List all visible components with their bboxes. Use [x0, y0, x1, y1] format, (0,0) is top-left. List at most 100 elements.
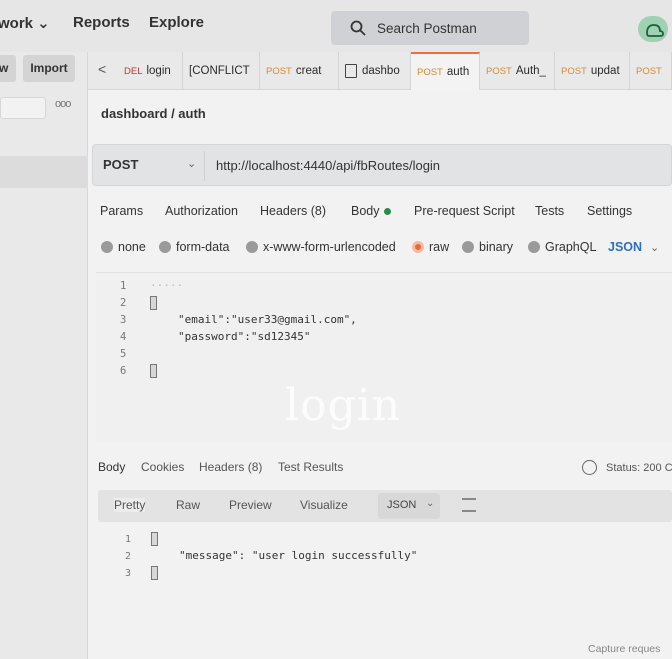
radio-label: raw	[429, 240, 450, 254]
view-visualize[interactable]: Visualize	[300, 498, 348, 512]
request-panel: dashboard / auth POST ⌄ http://localhost…	[88, 90, 672, 659]
tab-conflict[interactable]: [CONFLICT	[183, 52, 260, 90]
tab-method: POST	[266, 65, 292, 77]
search-bar[interactable]: Search Postman	[331, 11, 529, 45]
line-number: 2	[120, 297, 127, 309]
line-number: 1	[125, 534, 132, 545]
response-tab-test-results[interactable]: Test Results	[278, 460, 343, 474]
tab-method: POST	[561, 65, 587, 77]
wrap-lines-icon[interactable]	[462, 498, 476, 512]
tab-label: login	[146, 65, 171, 77]
response-toolbar: Pretty Raw Preview Visualize JSON ⌄	[98, 490, 672, 522]
tab-label: updat	[590, 65, 620, 77]
url-bar: POST ⌄ http://localhost:4440/api/fbRoute…	[92, 144, 672, 186]
sync-icon[interactable]	[638, 16, 668, 42]
tab-method: POST	[486, 65, 512, 77]
search-icon	[350, 20, 366, 36]
response-tab-body[interactable]: Body	[98, 460, 125, 474]
tab-pre-request-script[interactable]: Pre-request Script	[414, 204, 515, 218]
document-icon	[345, 64, 357, 78]
more-options-icon[interactable]: ooo	[55, 98, 71, 110]
tab-post-auth[interactable]: POST auth	[411, 52, 480, 90]
view-raw[interactable]: Raw	[176, 498, 200, 512]
radio-none[interactable]: none	[101, 240, 146, 254]
new-button[interactable]: w	[0, 55, 16, 82]
radio-label: GraphQL	[545, 240, 597, 254]
radio-x-www-form-urlencoded[interactable]: x-www-form-urlencoded	[246, 240, 396, 254]
radio-dot	[528, 241, 540, 253]
line-number: 1	[120, 280, 127, 292]
top-header: work ⌄ Reports Explore Search Postman	[0, 0, 672, 52]
tab-settings[interactable]: Settings	[587, 204, 632, 218]
tab-del-login[interactable]: DEL login	[118, 52, 183, 90]
method-select[interactable]: POST	[103, 157, 138, 172]
line-number: 6	[120, 365, 127, 377]
tab-method: DEL	[124, 65, 143, 77]
capture-requests-link[interactable]: Capture reques	[588, 643, 660, 655]
tab-body[interactable]: Body	[351, 204, 391, 218]
line-number: 2	[125, 551, 132, 562]
tab-tests[interactable]: Tests	[535, 204, 564, 218]
view-preview[interactable]: Preview	[229, 498, 272, 512]
globe-icon[interactable]	[582, 460, 597, 475]
response-tab-headers[interactable]: Headers (8)	[199, 460, 262, 474]
tab-post-update[interactable]: POST updat	[555, 52, 630, 90]
radio-label: x-www-form-urlencoded	[263, 240, 396, 254]
tab-label: auth	[446, 66, 470, 78]
line-number: 3	[125, 568, 132, 579]
radio-form-data[interactable]: form-data	[159, 240, 230, 254]
body-format-select[interactable]: JSON	[608, 240, 642, 254]
tab-label: dashbo	[362, 65, 400, 77]
explore-link[interactable]: Explore	[149, 14, 204, 31]
code-line-email: "email":"user33@gmail.com",	[178, 313, 357, 326]
sidebar-filter-input[interactable]	[0, 97, 46, 119]
code-line-password: "password":"sd12345"	[178, 330, 311, 343]
radio-dot	[101, 241, 113, 253]
radio-label: binary	[479, 240, 514, 254]
radio-label: form-data	[176, 240, 230, 254]
radio-graphql[interactable]: GraphQL	[528, 240, 596, 254]
sidebar-item-selected[interactable]	[0, 156, 88, 188]
radio-dot	[246, 241, 258, 253]
workspace-menu[interactable]: work ⌄	[0, 14, 50, 32]
tab-authorization[interactable]: Authorization	[165, 204, 238, 218]
radio-raw[interactable]: raw	[412, 240, 449, 254]
brace-open-icon	[150, 296, 157, 310]
code-whitespace: ·····	[150, 279, 184, 292]
search-label: Search Postman	[377, 20, 477, 36]
line-number: 3	[120, 314, 127, 326]
line-number: 5	[120, 348, 127, 360]
reports-link[interactable]: Reports	[73, 14, 130, 31]
view-pretty[interactable]: Pretty	[114, 498, 146, 512]
radio-label: none	[118, 240, 146, 254]
response-status: Status: 200 C	[606, 462, 672, 474]
radio-dot	[159, 241, 171, 253]
chevron-down-icon[interactable]: ⌄	[650, 241, 659, 254]
tab-label: [CONFLICT	[189, 65, 250, 77]
chevron-down-icon[interactable]: ⌄	[187, 157, 196, 170]
breadcrumb[interactable]: dashboard / auth	[101, 106, 206, 121]
brace-open-icon	[151, 532, 158, 546]
overlay-watermark-text: login	[285, 380, 402, 431]
tab-label: Auth_	[515, 65, 546, 77]
chevron-down-icon[interactable]: ⌄	[426, 498, 434, 509]
tab-method: POST	[417, 66, 443, 78]
response-tab-cookies[interactable]: Cookies	[141, 460, 184, 474]
radio-dot	[462, 241, 474, 253]
tab-dashboard[interactable]: dashbo	[339, 52, 411, 90]
import-button[interactable]: Import	[23, 55, 75, 82]
tab-params[interactable]: Params	[100, 204, 143, 218]
tab-post-more[interactable]: POST	[630, 52, 672, 90]
tab-label: creat	[295, 65, 322, 77]
tab-body-label: Body	[351, 204, 380, 218]
body-indicator-dot	[383, 208, 391, 216]
line-number: 4	[120, 331, 127, 343]
sidebar: w Import ooo	[0, 52, 88, 659]
radio-binary[interactable]: binary	[462, 240, 513, 254]
tab-post-auth2[interactable]: POST Auth_	[480, 52, 555, 90]
tab-post-create[interactable]: POST creat	[260, 52, 339, 90]
tab-method: POST	[636, 65, 662, 77]
tab-scroll-left-icon[interactable]: <	[98, 61, 106, 77]
tab-headers[interactable]: Headers (8)	[260, 204, 326, 218]
url-input[interactable]: http://localhost:4440/api/fbRoutes/login	[216, 158, 440, 173]
